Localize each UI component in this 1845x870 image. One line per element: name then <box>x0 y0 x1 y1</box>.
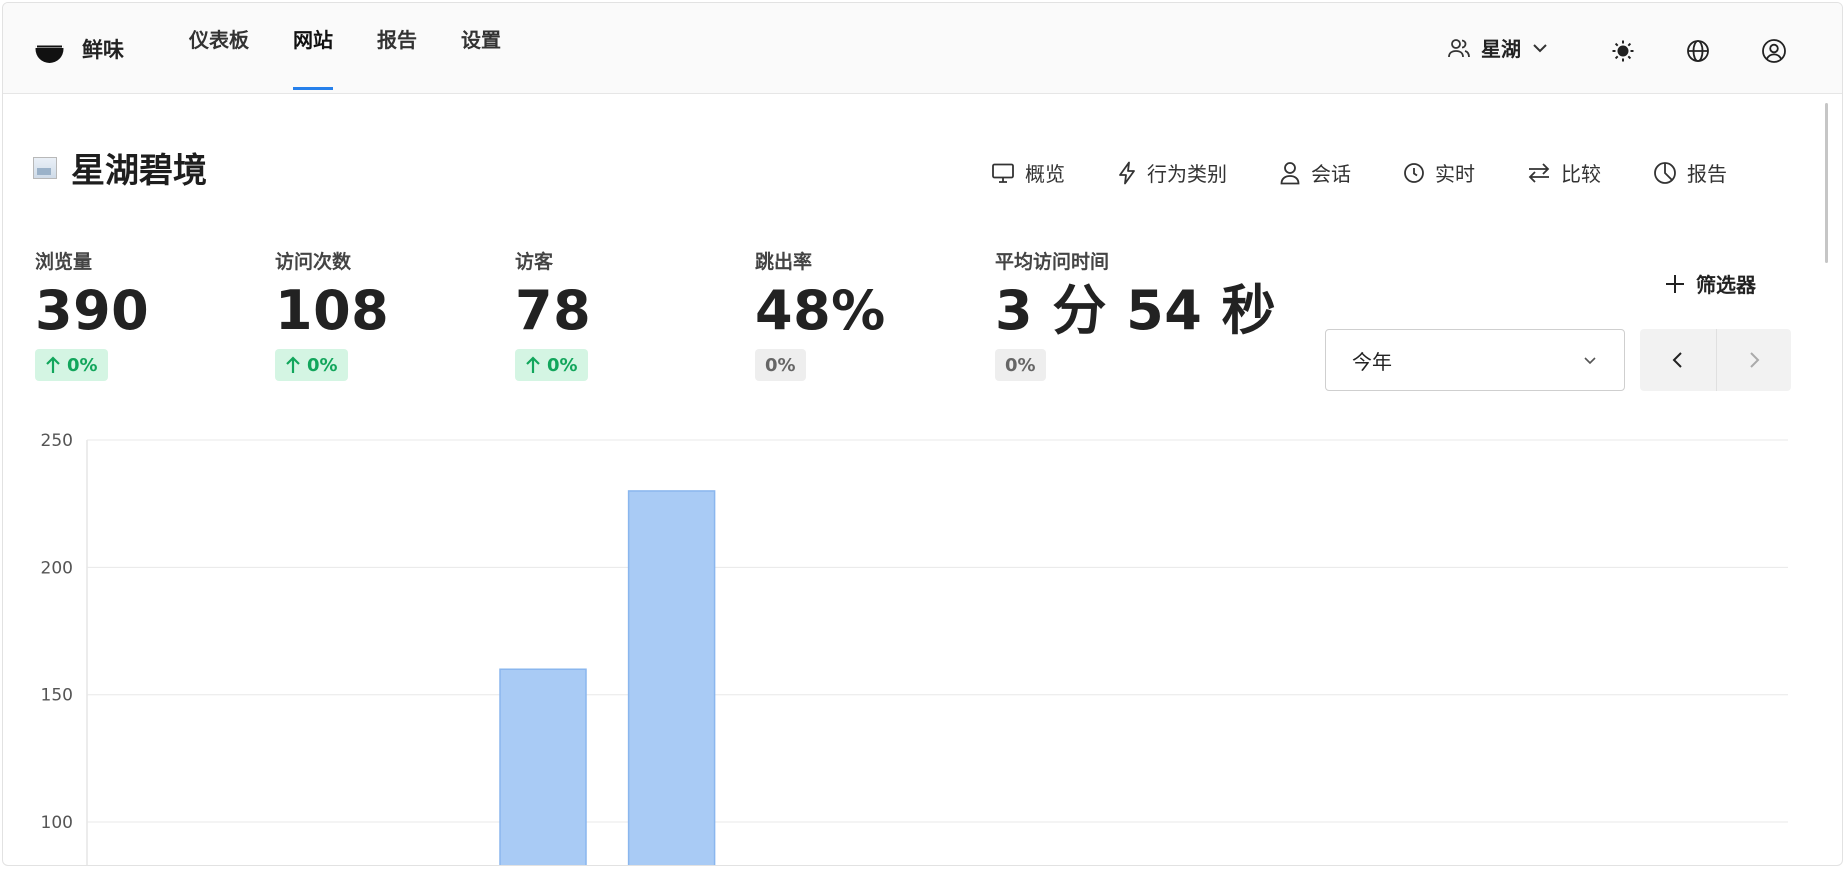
metric-label: 访客 <box>515 251 554 273</box>
pie-icon <box>1654 161 1676 184</box>
site-favicon-icon <box>33 156 57 179</box>
tab-label: 概览 <box>1025 162 1065 186</box>
arrow-up-icon <box>286 356 300 373</box>
brand[interactable]: 鲜味 <box>33 34 124 64</box>
chevron-down-icon <box>1584 357 1596 365</box>
filter-label: 筛选器 <box>1696 273 1756 297</box>
swap-icon <box>1528 162 1550 183</box>
pageviews-chart: 100 150 200 250 <box>41 431 1788 866</box>
next-period-button[interactable] <box>1716 329 1791 391</box>
y-tick-label: 150 <box>41 686 73 706</box>
scrollbar-thumb[interactable] <box>1825 103 1828 263</box>
monitor-icon <box>992 163 1014 183</box>
tab-compare[interactable]: 比较 <box>1527 158 1601 187</box>
bowl-logo-icon <box>35 34 64 63</box>
metric-value: 48% <box>755 279 886 342</box>
top-navigation: 鲜味 仪表板 网站 报告 设置 星湖 <box>3 3 1842 94</box>
change-value: 0% <box>547 354 578 376</box>
tab-reports[interactable]: 报告 <box>1653 158 1727 187</box>
tab-label: 实时 <box>1435 162 1475 186</box>
lightning-icon <box>1119 161 1135 184</box>
clock-icon <box>1404 162 1424 183</box>
site-tabs: 概览 行为类别 会话 实时 比较 报告 <box>991 158 1727 187</box>
team-switcher[interactable]: 星湖 <box>1447 33 1549 62</box>
language-button[interactable] <box>1684 37 1712 65</box>
app-frame: 鲜味 仪表板 网站 报告 设置 星湖 星湖碧境 概览 行为类别 会话 实时 比较… <box>2 2 1843 866</box>
previous-period-button[interactable] <box>1640 329 1715 391</box>
date-range-value: 今年 <box>1352 349 1392 374</box>
change-badge: 0% <box>515 349 588 381</box>
users-icon <box>1448 38 1470 57</box>
page-title: 星湖碧境 <box>71 151 207 191</box>
team-label: 星湖 <box>1481 37 1521 61</box>
metric-label: 浏览量 <box>35 251 93 273</box>
metrics-bar: 浏览量 390 0% 访问次数 108 0% 访客 78 0% 跳出率 48% … <box>35 247 1295 381</box>
tab-label: 报告 <box>1687 162 1727 186</box>
change-badge: 0% <box>35 349 108 381</box>
chevron-right-icon <box>1750 352 1760 368</box>
theme-toggle-button[interactable] <box>1609 37 1637 65</box>
metric-pageviews[interactable]: 浏览量 390 0% <box>35 247 275 381</box>
tab-realtime[interactable]: 实时 <box>1403 158 1475 187</box>
change-value: 0% <box>307 354 338 376</box>
nav-link-settings[interactable]: 设置 <box>461 3 501 86</box>
metric-visitors[interactable]: 访客 78 0% <box>515 247 755 381</box>
change-badge: 0% <box>995 349 1046 381</box>
y-tick-label: 250 <box>41 431 73 451</box>
user-circle-icon <box>1762 39 1786 63</box>
tab-label: 行为类别 <box>1147 162 1227 186</box>
team-switcher-wrap: 星湖 <box>1447 33 1549 62</box>
change-badge: 0% <box>275 349 348 381</box>
metric-label: 访问次数 <box>275 251 352 273</box>
metric-value: 3 分 54 秒 <box>995 279 1277 342</box>
change-badge: 0% <box>755 349 806 381</box>
tab-overview[interactable]: 概览 <box>991 158 1065 187</box>
change-value: 0% <box>67 354 98 376</box>
metric-visits[interactable]: 访问次数 108 0% <box>275 247 515 381</box>
y-tick-label: 200 <box>41 558 73 578</box>
sun-icon <box>1612 40 1634 62</box>
metric-label: 跳出率 <box>755 251 813 273</box>
tab-sessions[interactable]: 会话 <box>1279 158 1351 187</box>
arrow-up-icon <box>46 356 60 373</box>
chevron-down-icon <box>1533 43 1547 52</box>
profile-button[interactable] <box>1760 37 1788 65</box>
tab-events[interactable]: 行为类别 <box>1117 158 1227 187</box>
metric-visit-duration[interactable]: 平均访问时间 3 分 54 秒 0% <box>995 247 1295 381</box>
site-header: 星湖碧境 <box>33 143 207 192</box>
add-filter-button[interactable]: 筛选器 <box>1664 269 1756 298</box>
date-pager <box>1640 329 1791 391</box>
bar[interactable] <box>499 668 587 866</box>
arrow-up-icon <box>526 356 540 373</box>
y-tick-label: 100 <box>41 813 73 833</box>
nav-link-websites[interactable]: 网站 <box>293 3 333 90</box>
nav-link-reports[interactable]: 报告 <box>377 3 417 86</box>
change-value: 0% <box>765 354 796 376</box>
metric-value: 390 <box>35 279 150 342</box>
date-range-select[interactable]: 今年 <box>1325 329 1625 391</box>
bar[interactable] <box>627 490 716 866</box>
globe-icon <box>1687 40 1709 62</box>
plus-icon <box>1666 274 1684 293</box>
main-nav: 仪表板 网站 报告 设置 <box>189 3 501 94</box>
metric-value: 108 <box>275 279 390 342</box>
chevron-left-icon <box>1672 352 1682 368</box>
change-value: 0% <box>1005 354 1036 376</box>
brand-name: 鲜味 <box>82 38 124 62</box>
metric-value: 78 <box>515 279 592 342</box>
metric-label: 平均访问时间 <box>995 251 1110 273</box>
user-icon <box>1280 161 1300 184</box>
tab-label: 比较 <box>1561 162 1601 186</box>
tab-label: 会话 <box>1311 162 1351 186</box>
nav-link-dashboard[interactable]: 仪表板 <box>189 3 249 86</box>
metric-bounce-rate[interactable]: 跳出率 48% 0% <box>755 247 995 381</box>
